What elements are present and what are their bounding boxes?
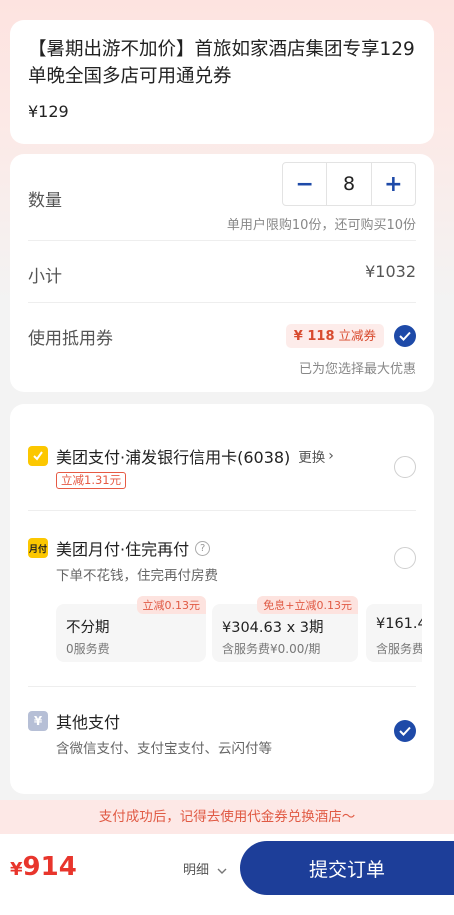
monthly-pay-icon: 月付 (28, 538, 48, 558)
plan-fee: 含服务费¥0.00/期 (222, 642, 321, 656)
quantity-stepper[interactable]: − 8 + (282, 162, 416, 206)
payment-option-other[interactable]: ¥ 其他支付 (28, 709, 120, 733)
redeem-notice: 支付成功后，记得去使用代金券兑换酒店～ (0, 800, 454, 834)
change-card-link[interactable]: 更换 (298, 446, 325, 466)
submit-order-button[interactable]: 提交订单 (240, 841, 454, 895)
product-title: 【暑期出游不加价】首旅如家酒店集团专享129单晚全国多店可用通兑券 (28, 39, 415, 87)
payment-option-monthly[interactable]: 月付 美团月付·住完再付 ? (28, 536, 211, 560)
plan-main: ¥161.4( (376, 616, 422, 632)
total-amount: 914 (22, 852, 77, 882)
plan-main: ¥304.63 x 3期 (222, 620, 324, 636)
plan-tag: 免息+立减0.13元 (257, 596, 358, 614)
help-icon[interactable]: ? (195, 540, 211, 556)
product-price: ¥129 (28, 102, 69, 121)
payment-option-meituan-card[interactable]: 美团支付·浦发银行信用卡(6038) 更换 › (28, 444, 334, 468)
coupon-check-icon[interactable] (394, 325, 416, 347)
quantity-value[interactable]: 8 (326, 163, 372, 205)
plan-tag: 立减0.13元 (136, 596, 206, 614)
divider (28, 510, 416, 511)
divider (28, 240, 416, 241)
installment-plan[interactable]: 立减0.13元 不分期 0服务费 (56, 596, 206, 662)
subtotal-value: ¥1032 (365, 262, 416, 281)
payment-card: 美团支付·浦发银行信用卡(6038) 更换 › 立减1.31元 月付 美团月付·… (10, 404, 434, 794)
plan-main: 不分期 (66, 620, 110, 636)
installment-plan[interactable]: 免息+立减0.13元 ¥304.63 x 3期 含服务费¥0.00/期 (212, 596, 358, 662)
total-price: ¥914 (10, 852, 77, 882)
payment-option-name: 其他支付 (56, 713, 121, 732)
payment-option-name: 美团支付·浦发银行信用卡(6038) (56, 448, 291, 467)
chevron-down-icon (217, 863, 227, 878)
monthly-pay-desc: 下单不花钱，住完再付房费 (56, 568, 218, 584)
yen-icon: ¥ (28, 711, 48, 731)
radio-meituan-card[interactable] (394, 456, 416, 478)
check-other-icon[interactable] (394, 720, 416, 742)
coupon-amount: ¥ 118 (293, 329, 335, 344)
coupon-type: 立减券 (338, 328, 376, 343)
coupon-hint: 已为您选择最大优惠 (298, 362, 416, 377)
plan-fee: 0服务费 (66, 642, 110, 656)
price-detail-toggle[interactable]: 明细 (183, 859, 227, 878)
order-card: 数量 − 8 + 单用户限购10份，还可购买10份 小计 ¥1032 使用抵用券… (10, 154, 434, 392)
plan-fee: 含服务费 (376, 642, 422, 656)
divider (28, 302, 416, 303)
product-card: 【暑期出游不加价】首旅如家酒店集团专享129单晚全国多店可用通兑券 ¥129 (10, 20, 434, 144)
other-pay-desc: 含微信支付、支付宝支付、云闪付等 (56, 741, 272, 757)
minus-button[interactable]: − (283, 163, 326, 205)
coupon-badge[interactable]: ¥ 118 立减券 (285, 324, 384, 348)
installment-plan[interactable]: ¥161.4( 含服务费 (366, 604, 422, 662)
chevron-right-icon: › (328, 448, 334, 464)
bottom-bar: ¥914 明细 提交订单 (0, 834, 454, 915)
payment-option-name: 美团月付·住完再付 (56, 540, 190, 559)
purchase-limit-hint: 单用户限购10份，还可购买10份 (226, 218, 416, 233)
meituan-pay-icon (28, 446, 48, 466)
divider (28, 686, 416, 687)
currency-symbol: ¥ (10, 859, 23, 880)
discount-tag: 立减1.31元 (56, 472, 127, 489)
radio-monthly[interactable] (394, 547, 416, 569)
plus-button[interactable]: + (372, 163, 415, 205)
detail-label: 明细 (183, 863, 210, 878)
